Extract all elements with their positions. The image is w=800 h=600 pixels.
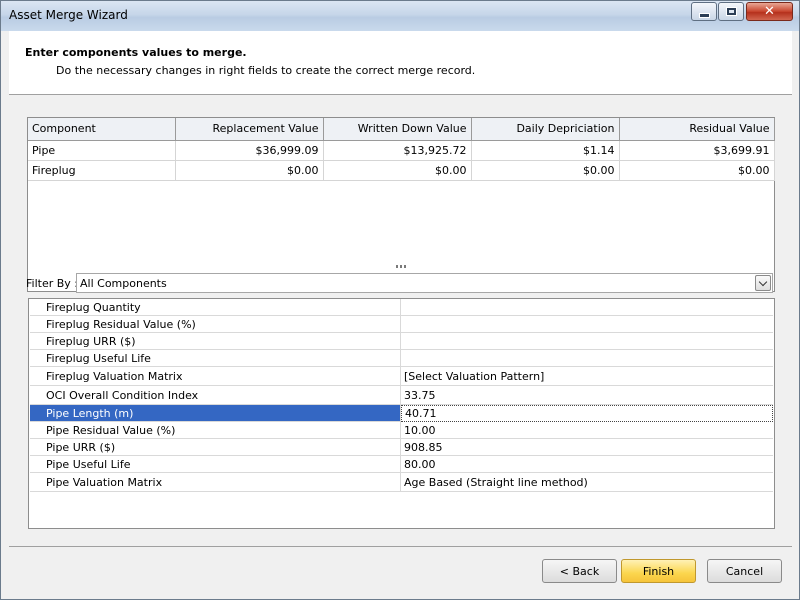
property-value-field[interactable] bbox=[401, 316, 773, 333]
property-value-field[interactable] bbox=[401, 350, 773, 367]
finish-button[interactable]: Finish bbox=[621, 559, 696, 583]
property-value-field[interactable]: 10.00 bbox=[401, 422, 773, 439]
column-header-residual-value[interactable]: Residual Value bbox=[619, 118, 775, 141]
chevron-down-icon bbox=[758, 277, 768, 286]
title-bar[interactable]: Asset Merge Wizard ✕ bbox=[1, 1, 799, 31]
filter-selected-value: All Components bbox=[80, 277, 167, 290]
cell-daily-depriciation: $1.14 bbox=[471, 140, 620, 161]
property-name: Fireplug URR ($) bbox=[30, 333, 401, 350]
back-button[interactable]: < Back bbox=[542, 559, 617, 583]
panel-splitter[interactable] bbox=[27, 264, 775, 269]
property-row[interactable]: Fireplug Quantity bbox=[29, 299, 774, 316]
maximize-button[interactable] bbox=[718, 2, 744, 21]
cancel-button[interactable]: Cancel bbox=[707, 559, 782, 583]
property-name: OCI Overall Condition Index bbox=[30, 386, 401, 405]
splitter-grip-icon bbox=[396, 265, 408, 268]
property-row[interactable]: Pipe Valuation Matrix Age Based (Straight… bbox=[29, 473, 774, 492]
filter-bar: Filter By : All Components bbox=[26, 273, 776, 293]
page-title: Enter components values to merge. bbox=[25, 46, 247, 59]
filter-label: Filter By : bbox=[26, 277, 78, 290]
property-value-field[interactable]: 33.75 bbox=[401, 386, 773, 405]
cell-residual-value: $0.00 bbox=[619, 160, 775, 181]
cell-replacement-value: $36,999.09 bbox=[175, 140, 324, 161]
components-header-row: Component Replacement Value Written Down… bbox=[28, 118, 775, 141]
cell-daily-depriciation: $0.00 bbox=[471, 160, 620, 181]
property-row[interactable]: Fireplug Residual Value (%) bbox=[29, 316, 774, 333]
property-name: Pipe Length (m) bbox=[30, 405, 401, 422]
window-title: Asset Merge Wizard bbox=[9, 8, 128, 22]
filter-dropdown[interactable]: All Components bbox=[76, 273, 773, 293]
close-button[interactable]: ✕ bbox=[746, 2, 793, 21]
property-name: Pipe Useful Life bbox=[30, 456, 401, 473]
cell-residual-value: $3,699.91 bbox=[619, 140, 775, 161]
property-value-field[interactable] bbox=[401, 333, 773, 350]
property-value-field[interactable]: 908.85 bbox=[401, 439, 773, 456]
property-value-field[interactable] bbox=[401, 299, 773, 316]
asset-merge-wizard-window: Asset Merge Wizard ✕ Enter components va… bbox=[0, 0, 800, 600]
cell-written-down-value: $13,925.72 bbox=[323, 140, 472, 161]
cell-written-down-value: $0.00 bbox=[323, 160, 472, 181]
property-grid[interactable]: Fireplug Quantity Fireplug Residual Value… bbox=[28, 298, 775, 529]
property-name: Fireplug Useful Life bbox=[30, 350, 401, 367]
property-row[interactable]: Fireplug Useful Life bbox=[29, 350, 774, 367]
minimize-icon bbox=[698, 12, 710, 18]
property-value-field[interactable]: [Select Valuation Pattern] bbox=[401, 367, 773, 386]
filter-dropdown-button[interactable] bbox=[755, 275, 771, 291]
property-row[interactable]: Pipe URR ($) 908.85 bbox=[29, 439, 774, 456]
property-name: Pipe Valuation Matrix bbox=[30, 473, 401, 492]
column-header-daily-depriciation[interactable]: Daily Depriciation bbox=[471, 118, 620, 141]
property-name: Fireplug Valuation Matrix bbox=[30, 367, 401, 386]
property-row[interactable]: Fireplug URR ($) bbox=[29, 333, 774, 350]
property-value-field[interactable]: 80.00 bbox=[401, 456, 773, 473]
close-icon: ✕ bbox=[764, 4, 775, 19]
property-row[interactable]: OCI Overall Condition Index 33.75 bbox=[29, 386, 774, 405]
column-header-written-down-value[interactable]: Written Down Value bbox=[323, 118, 472, 141]
column-header-component[interactable]: Component bbox=[28, 118, 176, 141]
property-name: Pipe URR ($) bbox=[30, 439, 401, 456]
property-name: Pipe Residual Value (%) bbox=[30, 422, 401, 439]
maximize-icon bbox=[725, 7, 737, 16]
property-name: Fireplug Residual Value (%) bbox=[30, 316, 401, 333]
property-row[interactable]: Pipe Useful Life 80.00 bbox=[29, 456, 774, 473]
minimize-button[interactable] bbox=[691, 2, 717, 21]
property-value-field[interactable]: 40.71 bbox=[401, 405, 773, 422]
footer-divider bbox=[9, 546, 792, 547]
cell-component: Fireplug bbox=[28, 160, 176, 181]
cell-replacement-value: $0.00 bbox=[175, 160, 324, 181]
cell-component: Pipe bbox=[28, 140, 176, 161]
table-row[interactable]: Fireplug $0.00 $0.00 $0.00 $0.00 bbox=[28, 160, 775, 181]
wizard-header: Enter components values to merge. Do the… bbox=[9, 31, 792, 95]
property-name: Fireplug Quantity bbox=[30, 299, 401, 316]
wizard-content: Enter components values to merge. Do the… bbox=[9, 31, 792, 593]
property-value-field[interactable]: Age Based (Straight line method) bbox=[401, 473, 773, 492]
table-row[interactable]: Pipe $36,999.09 $13,925.72 $1.14 $3,699.… bbox=[28, 140, 775, 161]
property-row[interactable]: Fireplug Valuation Matrix [Select Valuati… bbox=[29, 367, 774, 386]
column-header-replacement-value[interactable]: Replacement Value bbox=[175, 118, 324, 141]
property-row[interactable]: Pipe Residual Value (%) 10.00 bbox=[29, 422, 774, 439]
page-subtitle: Do the necessary changes in right fields… bbox=[56, 64, 476, 77]
property-row[interactable]: Pipe Length (m) 40.71 bbox=[29, 405, 774, 422]
